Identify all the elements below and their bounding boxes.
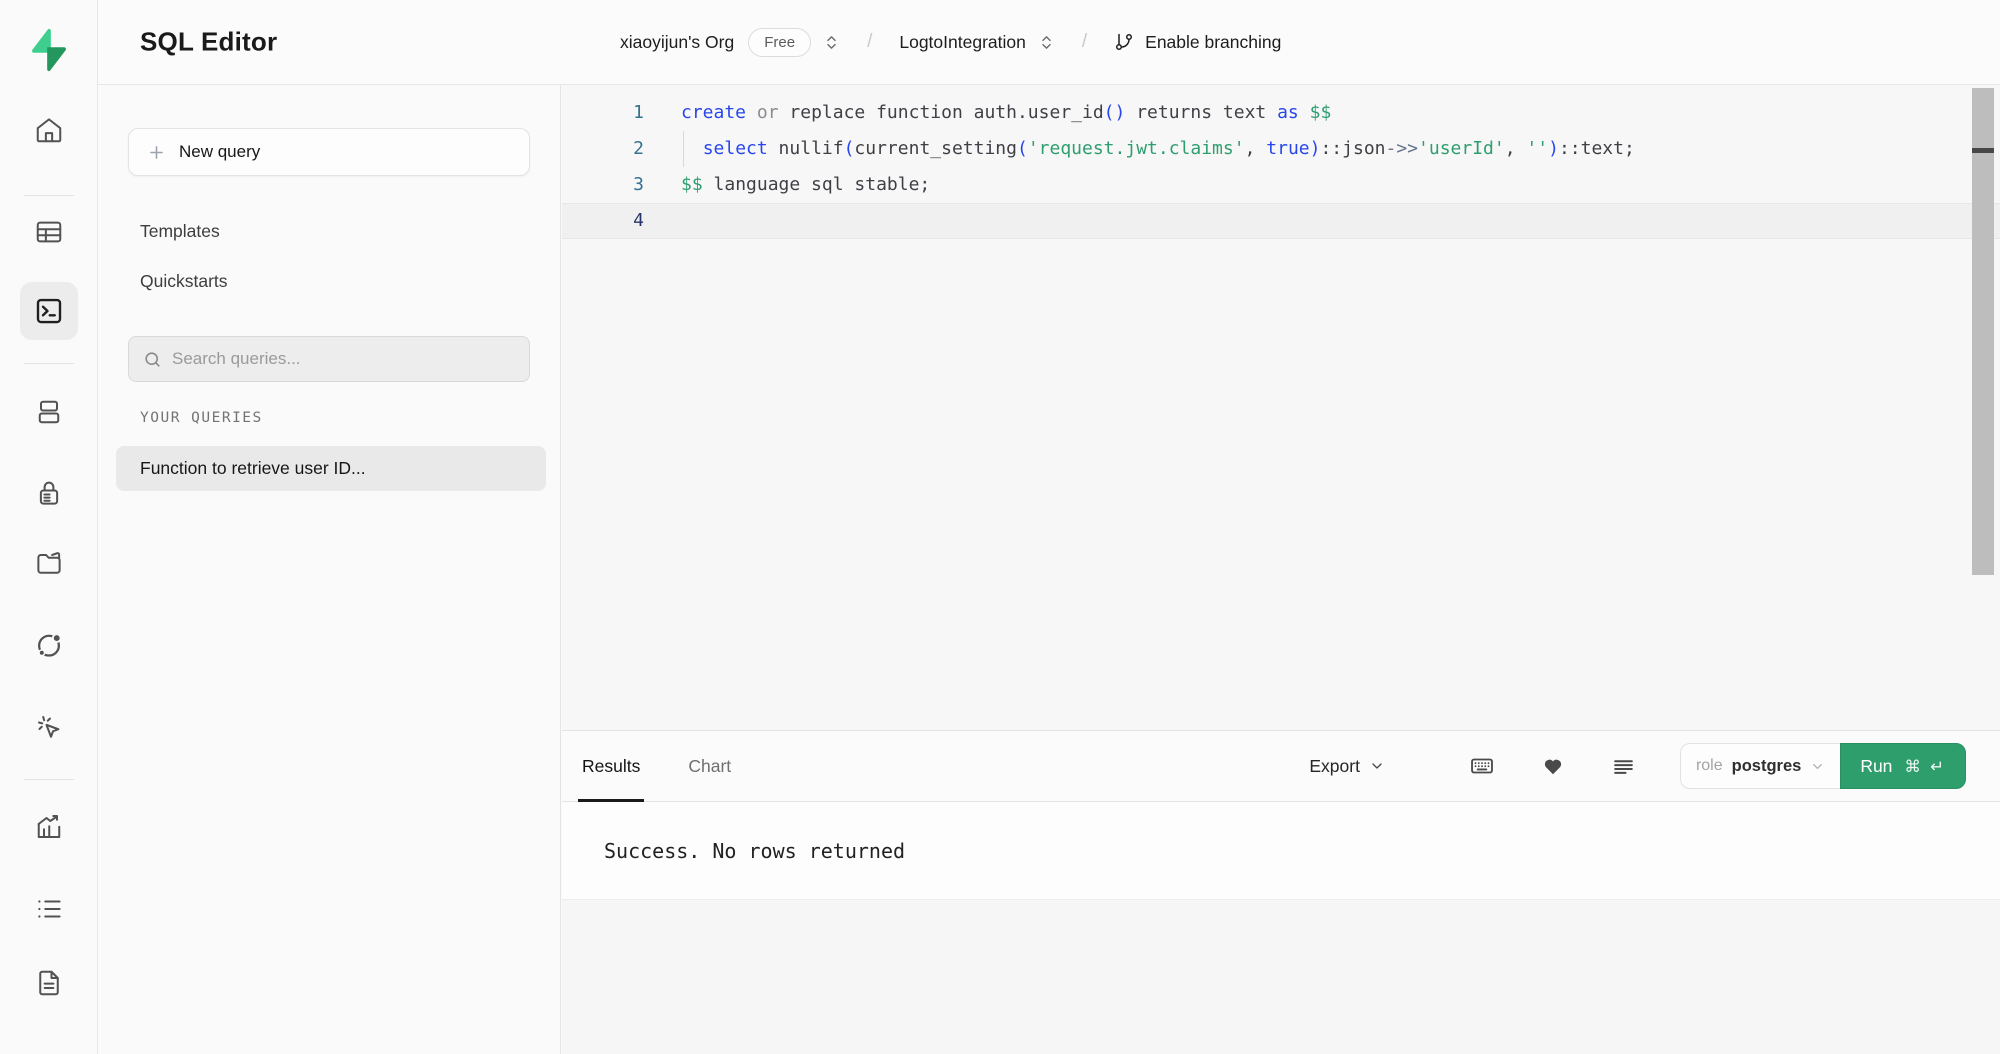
run-label: Run (1860, 756, 1892, 777)
nav-rail (0, 0, 98, 1054)
format-sql-button[interactable] (1611, 754, 1636, 779)
results-tabs: Results Chart (578, 731, 775, 801)
sql-editor-terminal-icon (34, 296, 64, 326)
keyboard-icon (1469, 753, 1495, 779)
results-message: Success. No rows returned (604, 839, 905, 863)
sidebar-item-database[interactable] (34, 397, 64, 427)
chevron-down-icon (1810, 759, 1825, 774)
enable-branching-button[interactable]: Enable branching (1114, 32, 1281, 53)
toolbar-right-group: Export (1309, 743, 1966, 789)
code-text (644, 203, 681, 239)
favorite-button[interactable] (1541, 754, 1565, 778)
editor-scrollbar-thumb[interactable] (1972, 88, 1994, 575)
new-query-button[interactable]: New query (128, 128, 530, 176)
supabase-bolt-icon (27, 28, 71, 72)
code-lines: 1create or replace function auth.user_id… (562, 95, 2000, 239)
database-icon (34, 397, 64, 427)
code-line: 4 (562, 203, 2000, 239)
sidebar-item-table-editor[interactable] (34, 217, 64, 247)
indent-guide (683, 131, 684, 167)
your-queries-section-label: YOUR QUERIES (140, 410, 263, 426)
org-name[interactable]: xiaoyijun's Org (620, 32, 734, 53)
rail-divider (24, 779, 74, 780)
search-icon (143, 350, 162, 369)
chevrons-up-down-icon (823, 34, 840, 51)
line-number: 3 (562, 167, 644, 203)
code-line: 1create or replace function auth.user_id… (562, 95, 2000, 131)
editor-scrollbar-marker (1972, 148, 1994, 153)
line-number: 1 (562, 95, 644, 131)
sidebar-item-reports[interactable] (34, 812, 64, 842)
run-shortcut-hint: ⌘ ↵ (1904, 757, 1946, 776)
page-title: SQL Editor (140, 27, 277, 58)
tab-results[interactable]: Results (578, 731, 644, 801)
plan-badge[interactable]: Free (748, 28, 811, 57)
export-label: Export (1309, 756, 1360, 777)
advisors-cursor-click-icon (34, 713, 64, 743)
supabase-logo[interactable] (27, 28, 71, 72)
sidebar-item-api-docs[interactable] (34, 968, 64, 998)
logs-list-icon (34, 894, 64, 924)
sidebar-item-authentication[interactable] (34, 478, 64, 508)
align-left-icon (1611, 754, 1636, 779)
storage-folder-icon (34, 548, 64, 578)
role-value: postgres (1732, 757, 1802, 776)
sidebar-item-advisors[interactable] (34, 713, 64, 743)
export-button[interactable]: Export (1309, 756, 1385, 777)
role-prefix-label: role (1696, 757, 1723, 775)
quickstarts-link[interactable]: Quickstarts (140, 271, 228, 292)
project-name[interactable]: LogtoIntegration (899, 32, 1026, 53)
org-switcher[interactable] (823, 34, 840, 51)
home-icon (34, 115, 64, 145)
rail-divider (24, 363, 74, 364)
sql-editor-app: SQL Editor xiaoyijun's Org Free / LogtoI… (0, 0, 2000, 1054)
sidebar-item-home[interactable] (34, 115, 64, 145)
sidebar-item-logs[interactable] (34, 894, 64, 924)
code-line: 2 select nullif(current_setting('request… (562, 131, 2000, 167)
realtime-icon (33, 629, 65, 661)
top-header: SQL Editor xiaoyijun's Org Free / LogtoI… (98, 0, 2000, 85)
breadcrumb-separator: / (1082, 31, 1087, 53)
results-empty-area (562, 899, 2000, 1054)
enable-branching-label: Enable branching (1145, 32, 1281, 53)
sidebar-item-sql-editor[interactable] (34, 296, 64, 326)
keyboard-shortcuts-button[interactable] (1469, 753, 1495, 779)
code-text: select nullif(current_setting('request.j… (644, 131, 1635, 167)
queries-panel: New query Templates Quickstarts YOUR QUE… (98, 85, 561, 1054)
auth-lock-icon (34, 478, 64, 508)
line-number: 2 (562, 131, 644, 167)
results-output: Success. No rows returned (562, 802, 2000, 899)
code-text: create or replace function auth.user_id(… (644, 95, 1331, 131)
breadcrumb: xiaoyijun's Org Free / LogtoIntegration … (620, 0, 1281, 84)
code-text: $$ language sql stable; (644, 167, 930, 203)
run-query-button[interactable]: Run ⌘ ↵ (1840, 743, 1966, 789)
query-list-item[interactable]: Function to retrieve user ID... (116, 446, 546, 491)
results-toolbar: Results Chart Export (562, 730, 2000, 802)
code-line: 3$$ language sql stable; (562, 167, 2000, 203)
chevron-down-icon (1369, 758, 1385, 774)
role-selector[interactable]: role postgres (1680, 743, 1840, 789)
tab-chart[interactable]: Chart (684, 731, 735, 801)
reports-chart-icon (34, 812, 64, 842)
line-number: 4 (562, 203, 644, 239)
search-queries-input[interactable] (172, 349, 515, 369)
sidebar-item-storage[interactable] (34, 548, 64, 578)
git-branch-icon (1114, 32, 1134, 52)
new-query-label: New query (179, 142, 260, 162)
sidebar-item-realtime[interactable] (33, 629, 65, 661)
sql-code-editor[interactable]: 1create or replace function auth.user_id… (562, 85, 2000, 730)
table-editor-icon (34, 217, 64, 247)
api-docs-file-icon (34, 968, 64, 998)
search-queries-box (128, 336, 530, 382)
heart-icon (1541, 754, 1565, 778)
project-switcher[interactable] (1038, 34, 1055, 51)
chevrons-up-down-icon (1038, 34, 1055, 51)
templates-link[interactable]: Templates (140, 221, 220, 242)
rail-divider (24, 195, 74, 196)
breadcrumb-separator: / (867, 31, 872, 53)
plus-icon (147, 143, 166, 162)
